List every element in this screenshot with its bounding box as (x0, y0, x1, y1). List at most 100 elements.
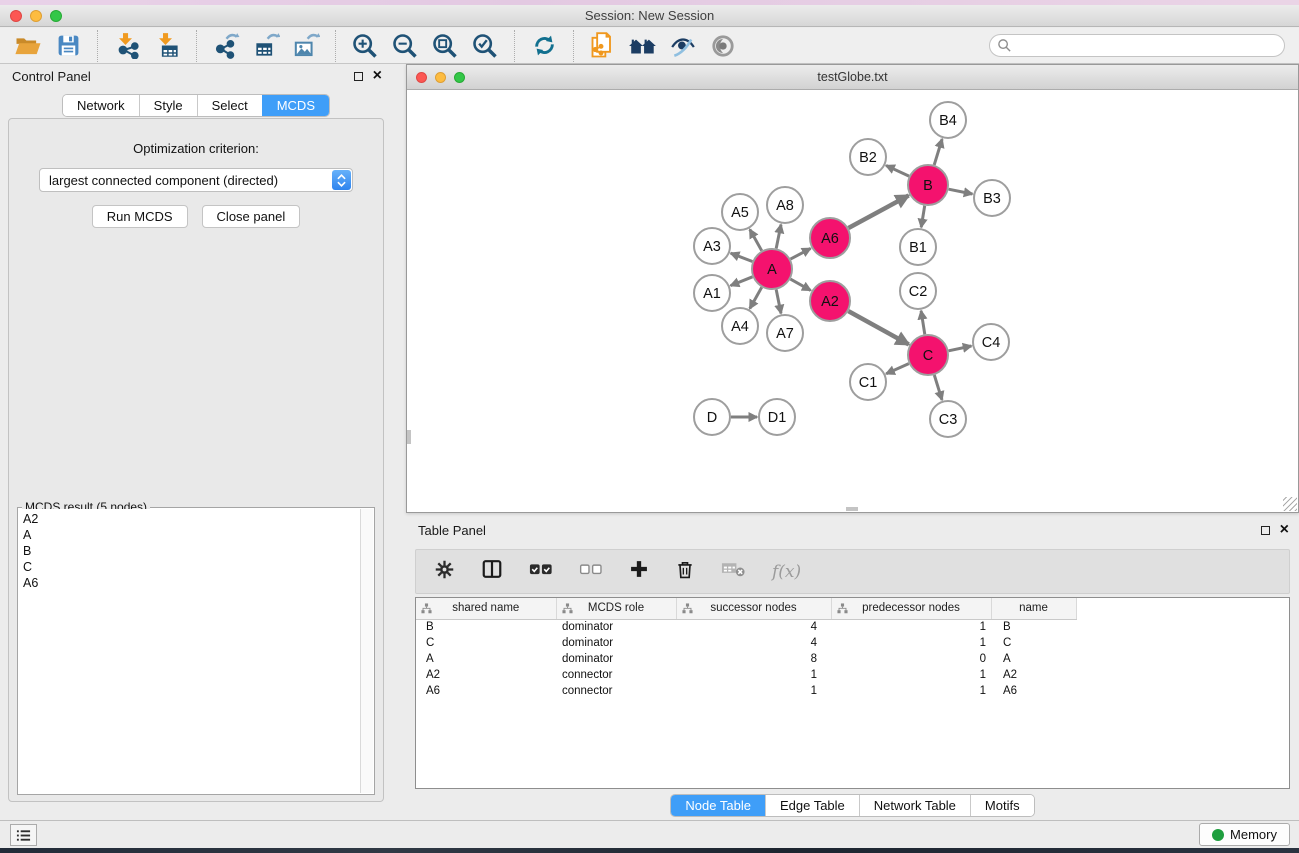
column-header-name[interactable]: name (991, 598, 1076, 619)
checkbox-unchecked-pair-icon[interactable] (579, 559, 603, 584)
export-table-icon[interactable] (251, 31, 281, 61)
table-row[interactable]: Bdominator41B (416, 619, 1076, 635)
mcds-result-item[interactable]: A6 (23, 575, 360, 591)
function-builder-icon[interactable]: f(x) (772, 562, 801, 582)
dropdown-stepper-icon (332, 170, 351, 190)
graph-node-B3[interactable]: B3 (974, 180, 1010, 216)
zoom-in-icon[interactable] (350, 31, 380, 61)
graph-node-A3[interactable]: A3 (694, 228, 730, 264)
close-panel-icon[interactable]: × (373, 71, 382, 81)
graph-node-A[interactable]: A (752, 249, 792, 289)
plus-icon[interactable] (629, 559, 649, 584)
tab-select[interactable]: Select (197, 95, 262, 116)
graph-edge (949, 346, 972, 351)
refresh-layout-icon[interactable] (529, 31, 559, 61)
table-tab-network-table[interactable]: Network Table (859, 795, 970, 816)
import-network-icon[interactable] (112, 31, 142, 61)
graph-node-D1[interactable]: D1 (759, 399, 795, 435)
table-row[interactable]: A2connector11A2 (416, 667, 1076, 683)
zoom-selected-icon[interactable] (470, 31, 500, 61)
float-panel-icon[interactable] (354, 72, 363, 81)
node-table[interactable]: shared nameMCDS rolesuccessor nodesprede… (416, 598, 1077, 699)
open-session-icon[interactable] (13, 31, 43, 61)
graph-node-B2[interactable]: B2 (850, 139, 886, 175)
graph-node-A5[interactable]: A5 (722, 194, 758, 230)
graph-edge (750, 287, 762, 308)
graph-edge (848, 311, 908, 344)
graph-node-C4[interactable]: C4 (973, 324, 1009, 360)
import-table-icon[interactable] (152, 31, 182, 61)
graph-node-A6[interactable]: A6 (810, 218, 850, 258)
graph-node-B1[interactable]: B1 (900, 229, 936, 265)
table-tab-motifs[interactable]: Motifs (970, 795, 1034, 816)
close-table-panel-icon[interactable]: × (1280, 525, 1289, 535)
resize-grip[interactable] (1283, 497, 1297, 511)
graph-node-B4[interactable]: B4 (930, 102, 966, 138)
gear-icon[interactable] (434, 559, 455, 585)
vertical-scroll-thumb[interactable] (407, 430, 411, 444)
tab-network[interactable]: Network (63, 95, 139, 116)
run-mcds-button[interactable]: Run MCDS (92, 205, 188, 228)
table-row[interactable]: A6connector11A6 (416, 683, 1076, 699)
optimization-criterion-dropdown[interactable]: largest connected component (directed) (39, 168, 353, 192)
network-window-titlebar[interactable]: testGlobe.txt (407, 65, 1298, 90)
checkbox-checked-pair-icon[interactable] (529, 559, 553, 584)
column-header-shared-name[interactable]: shared name (416, 598, 556, 619)
graph-node-A2[interactable]: A2 (810, 281, 850, 321)
zoom-fit-icon[interactable] (430, 31, 460, 61)
svg-text:B2: B2 (859, 150, 877, 166)
tab-style[interactable]: Style (139, 95, 197, 116)
close-panel-button[interactable]: Close panel (202, 205, 301, 228)
network-canvas[interactable]: B4 B2 B B3 A5A8A6 A3 B1 A C2 A1 A2 A4A7 C4 C C1 C3 D D1 (407, 90, 1298, 512)
task-history-button[interactable] (10, 824, 37, 846)
graph-node-C1[interactable]: C1 (850, 364, 886, 400)
graph-node-C3[interactable]: C3 (930, 401, 966, 437)
optimization-criterion-label: Optimization criterion: (9, 141, 383, 156)
column-header-predecessor-nodes[interactable]: predecessor nodes (831, 598, 991, 619)
search-input[interactable] (989, 34, 1285, 57)
graph-node-A8[interactable]: A8 (767, 187, 803, 223)
graph-node-A4[interactable]: A4 (722, 308, 758, 344)
svg-text:B3: B3 (983, 191, 1001, 207)
table-panel-title: Table Panel (418, 523, 486, 538)
horizontal-scroll-thumb[interactable] (846, 507, 858, 511)
svg-text:D1: D1 (768, 410, 787, 426)
mcds-result-item[interactable]: B (23, 543, 360, 559)
graph-node-A7[interactable]: A7 (767, 315, 803, 351)
table-tab-node-table[interactable]: Node Table (671, 795, 765, 816)
zoom-out-icon[interactable] (390, 31, 420, 61)
float-table-panel-icon[interactable] (1261, 526, 1270, 535)
memory-button[interactable]: Memory (1199, 823, 1290, 846)
graph-edge (886, 364, 909, 374)
graph-node-B[interactable]: B (908, 165, 948, 205)
tab-mcds[interactable]: MCDS (262, 95, 329, 116)
save-session-icon[interactable] (53, 31, 83, 61)
home-icon[interactable] (628, 31, 658, 61)
svg-text:B: B (923, 178, 933, 194)
table-tab-edge-table[interactable]: Edge Table (765, 795, 859, 816)
export-image-icon[interactable] (291, 31, 321, 61)
hide-selected-eye-slash-icon[interactable] (668, 31, 698, 61)
delete-table-icon[interactable] (721, 560, 746, 583)
network-document-icon[interactable] (588, 31, 618, 61)
dropdown-selected-value: largest connected component (directed) (49, 173, 278, 188)
svg-text:A: A (767, 262, 777, 278)
result-scrollbar[interactable] (360, 509, 373, 793)
table-row[interactable]: Adominator80A (416, 651, 1076, 667)
columns-icon[interactable] (481, 558, 503, 585)
show-eye-icon[interactable] (708, 31, 738, 61)
trash-icon[interactable] (675, 559, 695, 585)
graph-node-D[interactable]: D (694, 399, 730, 435)
column-header-MCDS-role[interactable]: MCDS role (556, 598, 676, 619)
mcds-result-item[interactable]: A2 (23, 511, 360, 527)
mcds-result-item[interactable]: C (23, 559, 360, 575)
graph-node-A1[interactable]: A1 (694, 275, 730, 311)
graph-node-C2[interactable]: C2 (900, 273, 936, 309)
svg-text:C: C (923, 348, 933, 364)
column-header-successor-nodes[interactable]: successor nodes (676, 598, 831, 619)
export-network-icon[interactable] (211, 31, 241, 61)
mcds-result-item[interactable]: A (23, 527, 360, 543)
toolbar-separator (573, 30, 574, 62)
table-row[interactable]: Cdominator41C (416, 635, 1076, 651)
graph-node-C[interactable]: C (908, 335, 948, 375)
